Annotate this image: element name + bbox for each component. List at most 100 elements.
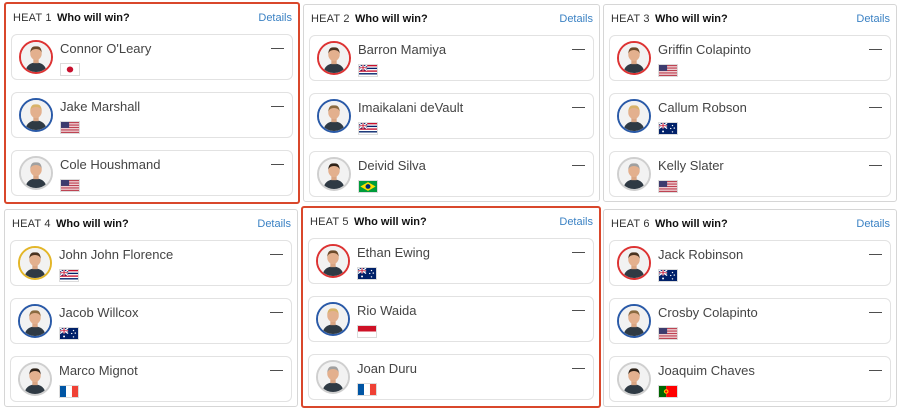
odds-value: — <box>572 244 585 259</box>
details-link[interactable]: Details <box>559 216 593 228</box>
hawaii-flag-icon <box>59 269 79 282</box>
surfer-row[interactable]: Barron Mamiya — <box>309 35 594 81</box>
odds-value: — <box>869 246 882 261</box>
odds-value: — <box>572 360 585 375</box>
surfer-name: Joan Duru <box>357 361 417 376</box>
surfer-row[interactable]: Marco Mignot — <box>10 356 292 402</box>
surfer-name: Jack Robinson <box>658 247 744 262</box>
surfer-row[interactable]: Jake Marshall — <box>11 92 293 138</box>
portugal-flag-icon <box>658 385 678 398</box>
details-link[interactable]: Details <box>856 218 890 230</box>
surfer-row[interactable]: Cole Houshmand — <box>11 150 293 196</box>
surfer-row[interactable]: Jacob Willcox — <box>10 298 292 344</box>
who-will-win-label: Who will win? <box>655 13 728 25</box>
heat-header: HEAT 5 Who will win? Details <box>303 208 599 234</box>
surfer-avatar <box>316 244 350 278</box>
surfer-avatar <box>617 246 651 280</box>
surfer-row[interactable]: Callum Robson — <box>609 93 891 139</box>
surfer-name: Joaquim Chaves <box>658 363 755 378</box>
surfer-row[interactable]: Jack Robinson — <box>609 240 891 286</box>
surfer-name: Rio Waida <box>357 303 417 318</box>
surfer-row[interactable]: Kelly Slater — <box>609 151 891 197</box>
odds-value: — <box>271 98 284 113</box>
australia-flag-icon <box>658 269 678 282</box>
odds-value: — <box>572 302 585 317</box>
surfer-avatar <box>617 99 651 133</box>
surfer-avatar <box>317 99 351 133</box>
usa-flag-icon <box>60 179 80 192</box>
indonesia-flag-icon <box>357 325 377 338</box>
surfer-row[interactable]: Deivid Silva — <box>309 151 594 197</box>
heat-label: HEAT 6 <box>611 218 650 230</box>
heat-label: HEAT 5 <box>310 216 349 228</box>
odds-value: — <box>869 41 882 56</box>
surfer-avatar <box>18 304 52 338</box>
who-will-win-label: Who will win? <box>355 13 428 25</box>
who-will-win-label: Who will win? <box>57 12 130 24</box>
surfer-row[interactable]: Ethan Ewing — <box>308 238 594 284</box>
surfer-row[interactable]: Connor O'Leary — <box>11 34 293 80</box>
details-link[interactable]: Details <box>856 13 890 25</box>
surfer-row[interactable]: Griffin Colapinto — <box>609 35 891 81</box>
surfer-avatar <box>19 156 53 190</box>
heat-card-1: HEAT 1 Who will win? Details Connor O'Leary… <box>4 2 300 204</box>
surfer-name: Jacob Willcox <box>59 305 139 320</box>
heat-label: HEAT 2 <box>311 13 350 25</box>
surfer-name: Barron Mamiya <box>358 42 447 57</box>
heat-label: HEAT 4 <box>12 218 51 230</box>
odds-value: — <box>869 362 882 377</box>
hawaii-flag-icon <box>358 122 378 135</box>
details-link[interactable]: Details <box>258 12 292 24</box>
usa-flag-icon <box>658 64 678 77</box>
surfer-name: Jake Marshall <box>60 99 141 114</box>
surfer-avatar <box>617 41 651 75</box>
heat-header: HEAT 4 Who will win? Details <box>5 210 297 236</box>
surfer-row[interactable]: John John Florence — <box>10 240 292 286</box>
usa-flag-icon <box>60 121 80 134</box>
surfer-avatar <box>19 40 53 74</box>
surfer-name: Connor O'Leary <box>60 41 152 56</box>
surfer-name: Imaikalani deVault <box>358 100 464 115</box>
odds-value: — <box>869 304 882 319</box>
surfer-row[interactable]: Rio Waida — <box>308 296 594 342</box>
heat-header: HEAT 6 Who will win? Details <box>604 210 896 236</box>
odds-value: — <box>270 362 283 377</box>
heat-card-2: HEAT 2 Who will win? Details Barron Mamiya —… <box>303 4 600 202</box>
surfer-name: Marco Mignot <box>59 363 138 378</box>
surfer-avatar <box>617 362 651 396</box>
surfer-name: Kelly Slater <box>658 158 724 173</box>
australia-flag-icon <box>59 327 79 340</box>
france-flag-icon <box>59 385 79 398</box>
australia-flag-icon <box>357 267 377 280</box>
surfer-name: John John Florence <box>59 247 174 262</box>
usa-flag-icon <box>658 180 678 193</box>
details-link[interactable]: Details <box>257 218 291 230</box>
heat-card-4: HEAT 4 Who will win? Details John John Flor… <box>4 209 298 407</box>
surfer-avatar <box>317 41 351 75</box>
surfer-name: Ethan Ewing <box>357 245 430 260</box>
australia-flag-icon <box>658 122 678 135</box>
surfer-avatar <box>19 98 53 132</box>
surfer-row[interactable]: Joan Duru — <box>308 354 594 400</box>
surfer-avatar <box>316 302 350 336</box>
details-link[interactable]: Details <box>559 13 593 25</box>
brazil-flag-icon <box>358 180 378 193</box>
surfer-avatar <box>316 360 350 394</box>
surfer-row[interactable]: Joaquim Chaves — <box>609 356 891 402</box>
odds-value: — <box>271 40 284 55</box>
heat-label: HEAT 3 <box>611 13 650 25</box>
surfer-avatar <box>617 157 651 191</box>
surfer-row[interactable]: Crosby Colapinto — <box>609 298 891 344</box>
surfer-name: Griffin Colapinto <box>658 42 751 57</box>
japan-flag-icon <box>60 63 80 76</box>
heat-card-5: HEAT 5 Who will win? Details Ethan Ewing — Ri… <box>301 206 601 408</box>
odds-value: — <box>572 99 585 114</box>
surfer-row[interactable]: Imaikalani deVault — <box>309 93 594 139</box>
odds-value: — <box>572 41 585 56</box>
usa-flag-icon <box>658 327 678 340</box>
heat-card-6: HEAT 6 Who will win? Details Jack Robinson —… <box>603 209 897 407</box>
hawaii-flag-icon <box>358 64 378 77</box>
heat-header: HEAT 1 Who will win? Details <box>6 4 298 30</box>
surfer-name: Deivid Silva <box>358 158 426 173</box>
surfer-avatar <box>617 304 651 338</box>
